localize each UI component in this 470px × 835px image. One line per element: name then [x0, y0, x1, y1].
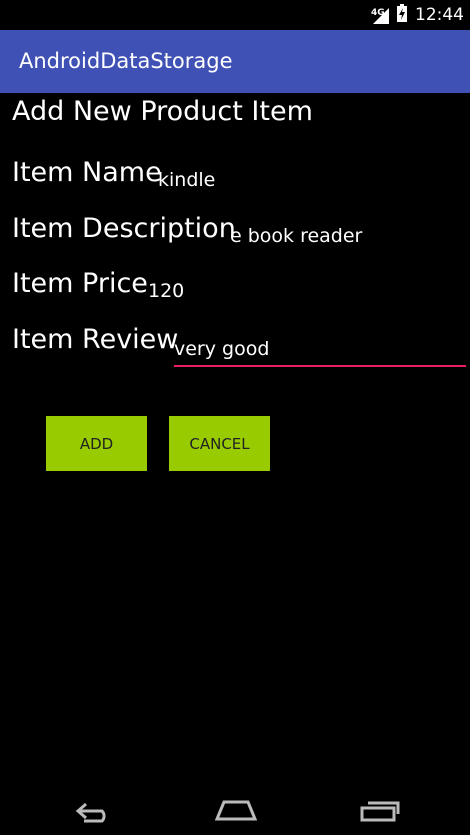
status-bar: 4G 12:44: [0, 0, 470, 30]
cancel-button[interactable]: CANCEL: [169, 416, 270, 471]
status-time: 12:44: [415, 5, 464, 25]
battery-icon: [397, 3, 407, 27]
status-icons: 4G 12:44: [371, 0, 464, 30]
item-review-label: Item Review: [12, 324, 179, 355]
item-name-label: Item Name: [12, 157, 162, 188]
app-title: AndroidDataStorage: [19, 49, 233, 73]
form-heading: Add New Product Item: [12, 96, 313, 127]
item-review-input[interactable]: [174, 333, 466, 367]
network-type: 4G: [371, 8, 385, 18]
item-name-value: kindle: [158, 169, 216, 191]
navigation-bar: [0, 785, 470, 835]
item-description-value: e book reader: [230, 225, 363, 247]
item-price-value: 120: [148, 280, 185, 302]
recents-icon[interactable]: [360, 797, 402, 827]
item-price-label: Item Price: [12, 268, 148, 299]
back-icon[interactable]: [72, 797, 112, 827]
item-description-label: Item Description: [12, 213, 236, 244]
add-button[interactable]: ADD: [46, 416, 147, 471]
app-bar: AndroidDataStorage: [0, 30, 470, 93]
signal-icon: 4G: [371, 6, 389, 24]
home-icon[interactable]: [214, 797, 258, 827]
